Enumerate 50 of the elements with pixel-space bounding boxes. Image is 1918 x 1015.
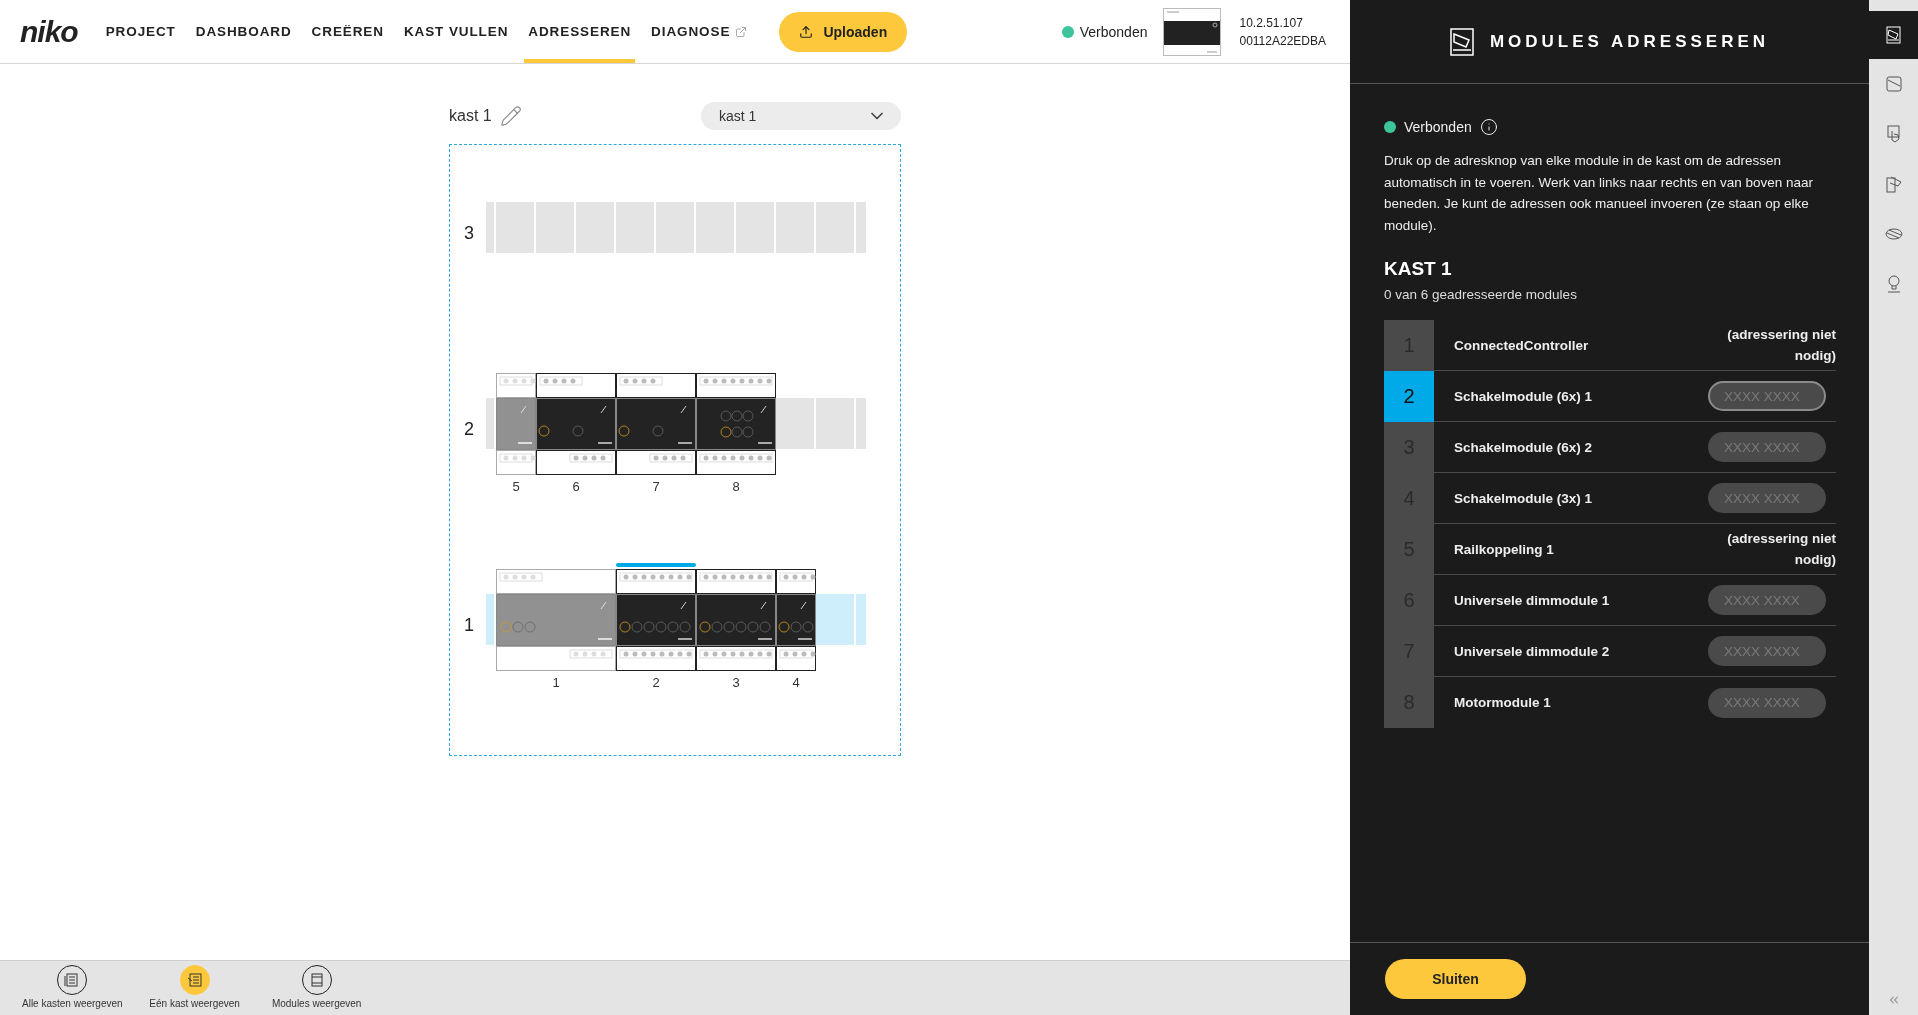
module-name: ConnectedController [1454,337,1590,353]
ip-address: 10.2.51.107 [1239,15,1304,30]
edit-icon[interactable] [499,105,522,127]
module-name: Railkoppeling 1 [1454,541,1555,557]
cabinet-heading: KAST 1 [1384,258,1453,280]
info-icon[interactable] [1479,118,1498,136]
status-text: Verbonden [1079,23,1148,40]
view-button[interactable]: Modules weergeven [266,961,367,1015]
nav-tab[interactable]: KAST VULLEN [399,0,513,63]
module-number: 5 [511,478,521,494]
upload-button[interactable]: Uploaden [779,11,908,52]
nav-tab[interactable]: CREËREN [307,0,388,63]
cabinet-title: kast 1 [449,107,492,125]
module-name: Motormodule 1 [1454,695,1552,710]
module-name: Universele dimmodule 1 [1454,592,1611,608]
module-number: 6 [571,478,581,494]
module-number: 4 [791,674,801,690]
device-drawing [1163,7,1222,56]
nav-tab[interactable]: ADRESSEREN [524,0,636,63]
view-button[interactable]: Eén kast weergeven [144,961,245,1015]
module-name: Schakelmodule (3x) 1 [1454,490,1594,506]
rail-number: 3 [463,223,475,244]
module-number: 8 [731,478,741,494]
module-number: 1 [551,674,561,690]
panel-title: MODULES ADRESSEREN [1489,31,1770,52]
status-text: Verbonden [1404,119,1472,135]
addressing-note: (adressering niet nodig) [1726,530,1836,569]
module-name: Universele dimmodule 2 [1454,643,1611,659]
nav-tab[interactable]: DIAGNOSE [647,0,752,63]
close-button[interactable]: Sluiten [1385,959,1526,999]
module-drawing[interactable] [616,563,696,671]
nav-tab[interactable]: DASHBOARD [191,0,296,63]
instructions-text: Druk op de adresknop van elke module in de kast om de adressen automatisch in te voeren. Werk van links naar rechts en van boven naar beneden. Je kunt de adressen ook manueel invoeren (ze staan op elke module). [1384,152,1814,235]
logo: niko [20,14,78,49]
module-name: Schakelmodule (6x) 1 [1454,388,1594,404]
module-name: Schakelmodule (6x) 2 [1454,439,1594,455]
view-button[interactable]: Alle kasten weergeven [22,961,123,1015]
device-id: 00112A22EDBA [1239,33,1326,48]
rail-number: 1 [463,615,475,636]
summary-text: 0 van 6 geadresseerde modules [1384,287,1578,302]
rail-number: 2 [463,419,475,440]
toolbar-button[interactable] [1869,11,1918,59]
upload-icon [799,24,814,39]
module-number: 2 [651,674,661,690]
addressing-note: (adressering niet nodig) [1726,326,1836,365]
module-number: 3 [731,674,741,690]
nav-tab[interactable]: PROJECT [101,0,180,63]
module-number: 7 [651,478,661,494]
cabinet-dropdown[interactable]: kast 1 [701,102,901,130]
module-number: 2 [1384,371,1434,422]
